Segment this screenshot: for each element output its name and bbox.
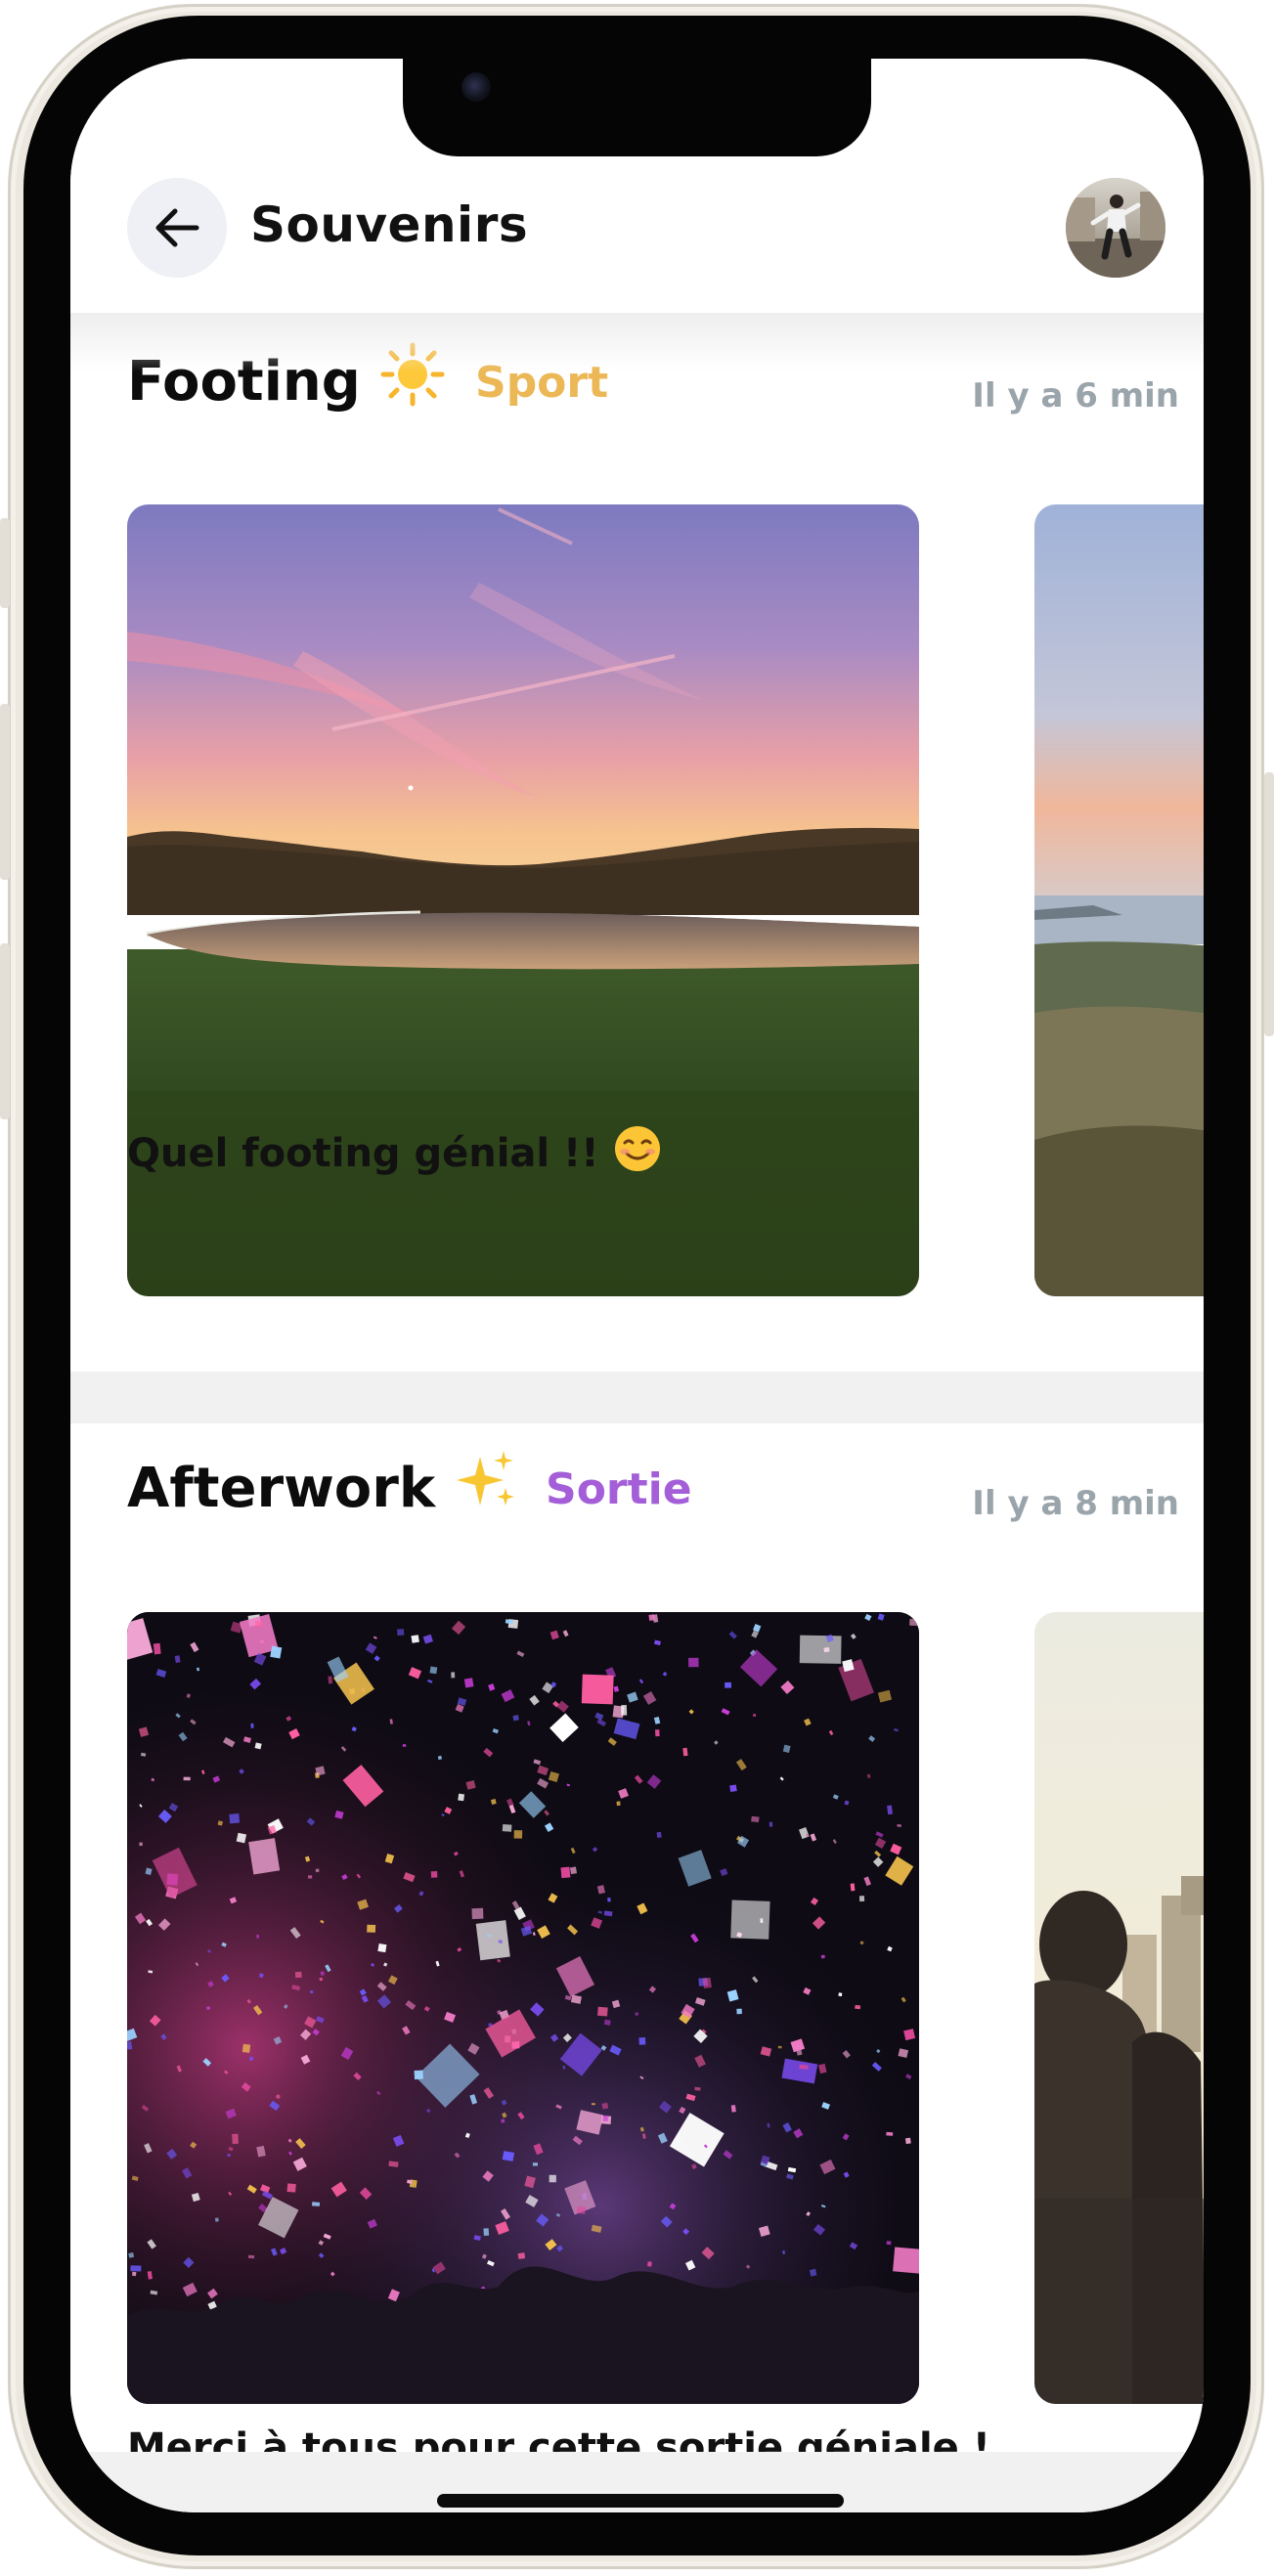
timestamp: Il y a 6 min bbox=[972, 376, 1179, 415]
category-badge[interactable]: Sortie bbox=[546, 1464, 692, 1514]
sparkles-emoji bbox=[455, 1449, 519, 1527]
memory-caption: Quel footing génial !! bbox=[127, 1124, 662, 1183]
arrow-left-icon bbox=[155, 208, 199, 247]
notch bbox=[403, 59, 871, 156]
front-camera-icon bbox=[461, 72, 491, 102]
phone-screen: Souvenirs Footing Sport Il y a 6 min Que… bbox=[70, 59, 1204, 2512]
section-divider bbox=[70, 1372, 1204, 1423]
user-avatar[interactable] bbox=[1066, 178, 1165, 278]
mute-switch bbox=[0, 518, 10, 608]
memory-card: Afterwork Sortie Il y a 8 min Merci à to… bbox=[70, 1423, 1204, 2470]
volume-down-button bbox=[0, 943, 10, 1119]
page-title: Souvenirs bbox=[250, 196, 529, 253]
photo-carousel[interactable] bbox=[127, 1612, 1204, 2404]
back-button[interactable] bbox=[127, 178, 227, 278]
smiling-face-emoji bbox=[613, 1124, 662, 1183]
volume-up-button bbox=[0, 704, 10, 880]
header-shadow bbox=[70, 313, 1204, 371]
coastal-sunset-photo[interactable] bbox=[1034, 504, 1204, 1296]
city-friends-photo[interactable] bbox=[1034, 1612, 1204, 2404]
confetti-concert-photo[interactable] bbox=[127, 1612, 919, 2404]
home-indicator[interactable] bbox=[437, 2494, 844, 2508]
power-button bbox=[1264, 772, 1274, 1036]
memory-title: Afterwork bbox=[127, 1449, 519, 1527]
timestamp: Il y a 8 min bbox=[972, 1484, 1179, 1523]
memory-card: Footing Sport Il y a 6 min Quel footing … bbox=[70, 313, 1204, 1357]
